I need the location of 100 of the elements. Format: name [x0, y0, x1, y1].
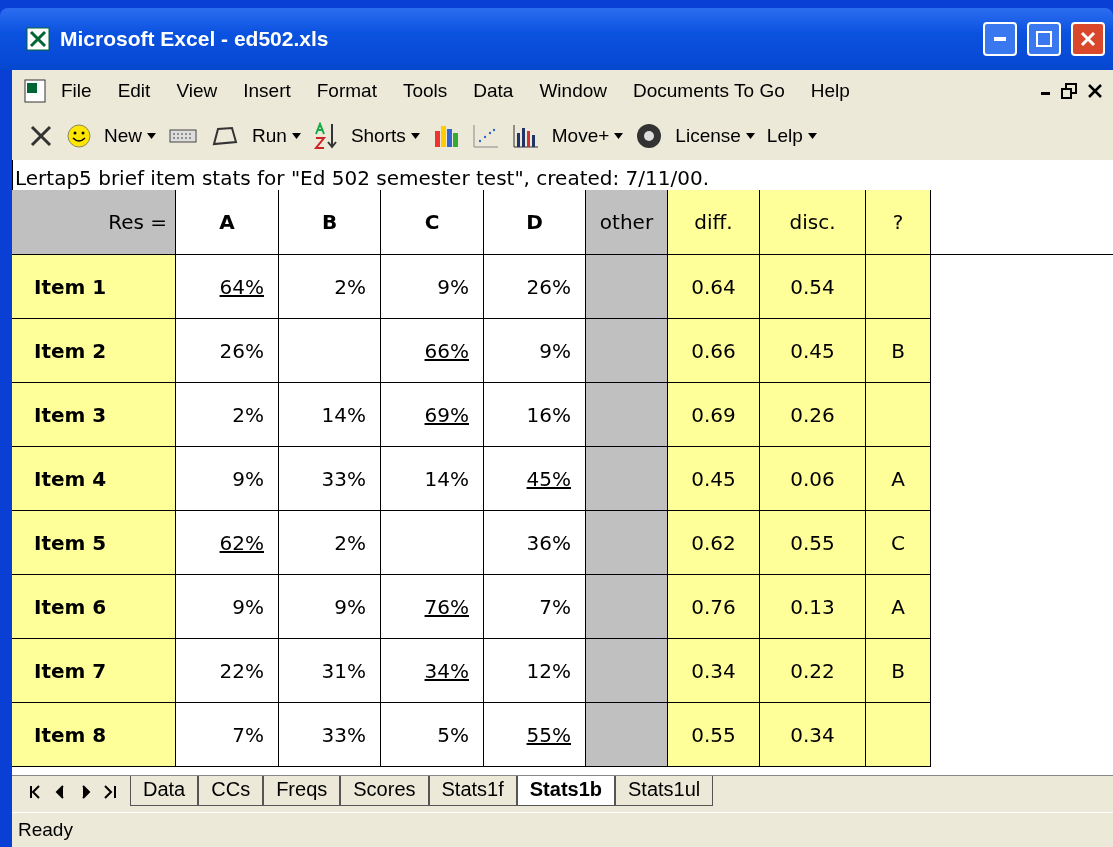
- row-label: Item 4: [12, 447, 176, 511]
- column-header: C: [381, 190, 484, 255]
- toolbar-dropdown[interactable]: Move+: [551, 125, 624, 147]
- table-cell: [866, 703, 931, 767]
- toolbar-dropdown[interactable]: Run: [252, 125, 301, 147]
- row-label: Item 3: [12, 383, 176, 447]
- caret-icon: [291, 133, 301, 139]
- table-cell: 16%: [484, 383, 586, 447]
- table-cell: 0.64: [668, 255, 760, 319]
- table-cell: 12%: [484, 639, 586, 703]
- menu-item[interactable]: Tools: [389, 80, 461, 102]
- excel-icon: [26, 27, 50, 51]
- close-icon[interactable]: [28, 123, 54, 149]
- menu-item[interactable]: Help: [797, 80, 863, 102]
- caret-icon: [807, 133, 817, 139]
- table-cell: 7%: [484, 575, 586, 639]
- table-cell: 0.45: [668, 447, 760, 511]
- table-cell: B: [866, 639, 931, 703]
- table-cell: 64%: [176, 255, 279, 319]
- menu-item[interactable]: Insert: [230, 80, 304, 102]
- sheet-tab[interactable]: Scores: [340, 776, 429, 806]
- table-cell: 66%: [381, 319, 484, 383]
- close-button[interactable]: [1071, 22, 1105, 56]
- table-cell: 9%: [279, 575, 381, 639]
- maximize-button[interactable]: [1027, 22, 1061, 56]
- table-cell: 0.34: [760, 703, 866, 767]
- last-sheet-icon[interactable]: [102, 784, 118, 800]
- toolbar-dropdown[interactable]: License: [675, 125, 755, 147]
- table-cell: 0.45: [760, 319, 866, 383]
- column-header: other: [586, 190, 668, 255]
- table-cell: 62%: [176, 511, 279, 575]
- menu-item[interactable]: Window: [526, 80, 620, 102]
- table-cell: [866, 255, 931, 319]
- table-cell: 14%: [279, 383, 381, 447]
- table-cell: 0.76: [668, 575, 760, 639]
- menu-item[interactable]: View: [163, 80, 231, 102]
- menu-item[interactable]: Documents To Go: [620, 80, 798, 102]
- row-label: Item 5: [12, 511, 176, 575]
- table-cell: 26%: [176, 319, 279, 383]
- window-title: Microsoft Excel - ed502.xls: [60, 27, 330, 51]
- table-cell: 14%: [381, 447, 484, 511]
- minimize-button[interactable]: [983, 22, 1017, 56]
- row-label: Item 6: [12, 575, 176, 639]
- table-cell: 0.55: [760, 511, 866, 575]
- table-cell: 33%: [279, 447, 381, 511]
- close-icon[interactable]: [1087, 83, 1103, 99]
- sheet-tab[interactable]: Stats1f: [428, 776, 517, 806]
- table-cell: 0.22: [760, 639, 866, 703]
- sheet-tab[interactable]: Stats1ul: [615, 776, 714, 806]
- caret-icon: [614, 133, 624, 139]
- sheet-tab[interactable]: Freqs: [263, 776, 341, 806]
- sort-icon[interactable]: [312, 122, 339, 150]
- column-header: diff.: [668, 190, 760, 255]
- sheet-tab[interactable]: CCs: [198, 776, 264, 806]
- minimize-icon: [994, 37, 1006, 41]
- table-cell: 2%: [176, 383, 279, 447]
- polygon-icon[interactable]: [210, 124, 240, 148]
- table-cell: 9%: [176, 447, 279, 511]
- status-text: Ready: [18, 819, 73, 841]
- table-cell: 69%: [381, 383, 484, 447]
- column-header: disc.: [760, 190, 866, 255]
- smiley-icon[interactable]: [66, 123, 92, 149]
- table-cell: 45%: [484, 447, 586, 511]
- table-cell: 76%: [381, 575, 484, 639]
- table-cell: 36%: [484, 511, 586, 575]
- menu-item[interactable]: Edit: [104, 80, 164, 102]
- table-cell: 0.62: [668, 511, 760, 575]
- restore-icon[interactable]: [1061, 83, 1077, 99]
- table-cell: 5%: [381, 703, 484, 767]
- toolbar-dropdown[interactable]: Lelp: [766, 125, 817, 147]
- toolbar-dropdown[interactable]: Shorts: [350, 125, 420, 147]
- table-cell: 0.54: [760, 255, 866, 319]
- row-label: Item 1: [12, 255, 176, 319]
- row-label: Item 8: [12, 703, 176, 767]
- table-cell: A: [866, 575, 931, 639]
- table-cell: 34%: [381, 639, 484, 703]
- column-header: B: [279, 190, 381, 255]
- row-label: Item 2: [12, 319, 176, 383]
- table-cell: C: [866, 511, 931, 575]
- table-cell: [866, 383, 931, 447]
- column-header: D: [484, 190, 586, 255]
- histogram-icon[interactable]: [511, 123, 540, 149]
- menu-item[interactable]: File: [48, 80, 105, 102]
- table-cell: 22%: [176, 639, 279, 703]
- table-cell: 55%: [484, 703, 586, 767]
- ball-icon[interactable]: [635, 122, 664, 150]
- sheet-tab[interactable]: Stats1b: [516, 776, 616, 806]
- table-cell: 0.13: [760, 575, 866, 639]
- table-cell: 2%: [279, 511, 381, 575]
- workbook-icon[interactable]: [22, 78, 48, 104]
- toolbar-dropdown[interactable]: New: [104, 125, 156, 147]
- table-cell: 0.26: [760, 383, 866, 447]
- table-cell: 0.06: [760, 447, 866, 511]
- table-cell: 0.34: [668, 639, 760, 703]
- menu-item[interactable]: Data: [460, 80, 527, 102]
- menu-item[interactable]: Format: [303, 80, 390, 102]
- sheet-tab[interactable]: Data: [130, 776, 199, 806]
- scatter-chart-icon[interactable]: [471, 123, 500, 149]
- table-cell: A: [866, 447, 931, 511]
- sheet-caption: Lertap5 brief item stats for "Ed 502 semester test", created: 7/11/00.: [12, 160, 1113, 190]
